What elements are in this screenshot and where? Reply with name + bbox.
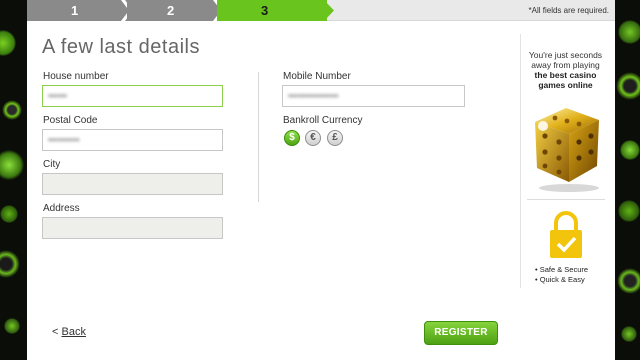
promo-line-2: away from playing (531, 60, 600, 70)
column-divider (258, 72, 259, 202)
bokeh-circle (618, 20, 640, 44)
step-3-arrow-icon (323, 0, 334, 21)
promo-highlight: the best casino (521, 70, 610, 80)
step-2: 2 (127, 0, 217, 21)
address-label: Address (43, 203, 80, 214)
mobile-number-label: Mobile Number (283, 71, 351, 82)
postal-code-label: Postal Code (43, 115, 98, 126)
bokeh-circle (617, 268, 640, 294)
golden-dice-icon (535, 108, 599, 192)
currency-euro-button[interactable]: € (305, 130, 321, 146)
postal-code-field[interactable]: •••••••••• (42, 129, 223, 151)
currency-dollar-button[interactable]: $ (284, 130, 300, 146)
promo-line-1: You're just seconds (528, 50, 603, 60)
house-number-field[interactable]: •••••• (42, 85, 223, 107)
bokeh-circle (616, 72, 640, 100)
bokeh-circle (0, 150, 24, 180)
back-link-label: Back (61, 326, 86, 338)
bokeh-circle (0, 250, 20, 278)
bokeh-circle (621, 326, 637, 342)
house-number-value: •••••• (48, 91, 67, 101)
bokeh-circle (618, 200, 640, 222)
register-button[interactable]: REGISTER (424, 321, 498, 345)
city-label: City (43, 159, 61, 170)
step-3-active: 3 (217, 0, 327, 21)
house-number-label: House number (43, 71, 109, 82)
postal-code-value: •••••••••• (48, 135, 80, 145)
bokeh-circle (4, 318, 20, 334)
bokeh-circle (0, 205, 18, 223)
step-1-label: 1 (71, 3, 79, 18)
promo-divider (527, 199, 605, 200)
city-field[interactable] (42, 173, 223, 195)
currency-pound-button[interactable]: £ (327, 130, 343, 146)
address-field[interactable] (42, 217, 223, 239)
promo-sidebar: You're just seconds away from playing th… (520, 34, 609, 288)
bokeh-circle (0, 30, 16, 56)
step-1: 1 (27, 0, 127, 21)
promo-highlight: games online (521, 80, 610, 90)
page-title: A few last details (42, 36, 200, 58)
bankroll-currency-label: Bankroll Currency (283, 115, 363, 126)
step-progress-bar: 1 2 3 *All fields are required. (27, 0, 615, 21)
bokeh-circle (620, 140, 640, 160)
promo-feature-safe: • Safe & Secure (535, 265, 589, 274)
registration-panel: 1 2 3 *All fields are required. A few la… (27, 0, 615, 360)
promo-text: You're just seconds away from playing th… (521, 50, 610, 90)
required-fields-note: *All fields are required. (528, 6, 609, 15)
promo-highlight-2: games online (538, 80, 593, 90)
mobile-number-field[interactable]: •••••••••••••••• (282, 85, 465, 107)
promo-feature-quick: • Quick & Easy (535, 275, 585, 284)
bokeh-circle (2, 100, 22, 120)
back-link[interactable]: < Back (52, 326, 86, 338)
step-2-label: 2 (167, 3, 175, 18)
step-3-label: 3 (261, 3, 269, 18)
promo-highlight-1: the best casino (534, 70, 597, 80)
lock-icon (550, 211, 582, 258)
mobile-number-value: •••••••••••••••• (288, 91, 339, 101)
